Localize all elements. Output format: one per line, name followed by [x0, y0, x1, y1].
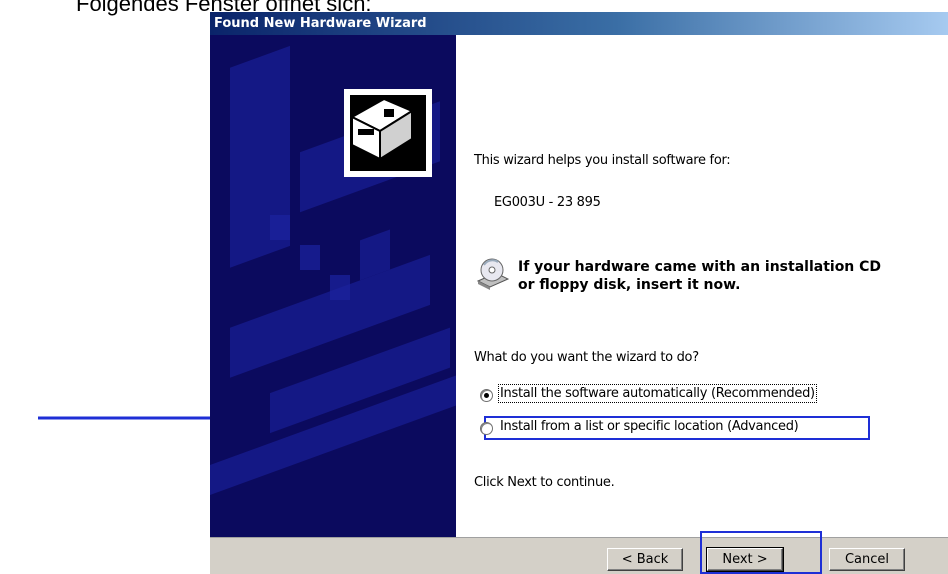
radio-automatic[interactable] — [480, 389, 493, 402]
cd-drive-icon — [476, 258, 510, 290]
annotation-highlight-next — [700, 531, 822, 574]
footer-hint: Click Next to continue. — [474, 475, 615, 490]
hardware-wizard-icon — [344, 89, 432, 177]
option-automatic-label[interactable]: Install the software automatically (Reco… — [498, 384, 817, 403]
device-name: EG003U - 23 895 — [494, 195, 601, 210]
wizard-side-panel — [210, 35, 456, 537]
wizard-window: Found New Hardware Wizard This wizard he… — [210, 12, 948, 574]
cd-notice-line2: or floppy disk, insert it now. — [518, 277, 741, 293]
wizard-button-bar: < Back Next > Cancel — [210, 537, 948, 574]
intro-text: This wizard helps you install software f… — [474, 153, 731, 168]
wizard-content: This wizard helps you install software f… — [456, 35, 948, 537]
question-text: What do you want the wizard to do? — [474, 350, 699, 365]
window-title[interactable]: Found New Hardware Wizard — [210, 12, 948, 35]
radio-advanced[interactable] — [480, 422, 493, 435]
option-advanced-label[interactable]: Install from a list or specific location… — [500, 419, 799, 434]
cd-notice-line1: If your hardware came with an installati… — [518, 259, 882, 275]
back-button[interactable]: < Back — [607, 548, 683, 571]
cancel-button[interactable]: Cancel — [829, 548, 905, 571]
